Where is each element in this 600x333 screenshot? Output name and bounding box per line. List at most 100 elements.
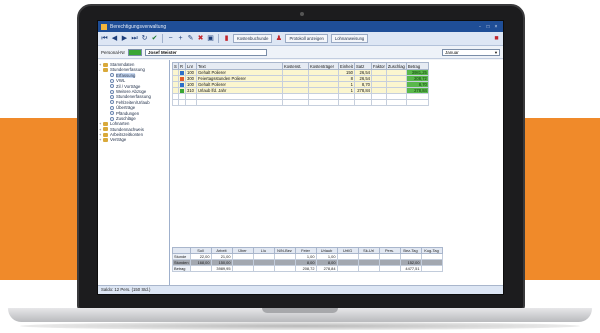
app-icon	[101, 23, 107, 30]
summary-cell	[420, 265, 443, 272]
node-icon	[110, 100, 114, 105]
book-icon: ▮	[224, 35, 229, 42]
main-panel: S R Lnr Text Kostenst. Kostenträger Einheit Sat…	[170, 60, 503, 286]
remove-icon[interactable]: −	[167, 35, 174, 42]
summary-cell: 278,84	[315, 265, 338, 272]
column-header[interactable]: Lnr	[185, 62, 197, 70]
folder-icon	[103, 138, 108, 143]
filter-bar: Personal-Nr Josef Meister Januar ▼	[98, 46, 503, 59]
summary-cell: 3989,95	[210, 265, 233, 272]
month-select[interactable]: Januar ▼	[442, 48, 500, 56]
summary-row: Betrag 3989,95 208,72 278,84 4477,51	[172, 265, 443, 272]
table-cell[interactable]	[282, 99, 309, 106]
summary-row-label: Stunden	[172, 259, 191, 266]
navigation-tree: + Stammdaten - Stundenerfassung Erfassung VWL…	[98, 60, 170, 286]
window-title: Berechtigungsverwaltung	[110, 23, 167, 30]
node-icon	[110, 95, 114, 100]
node-icon	[110, 105, 114, 110]
add-icon[interactable]: +	[177, 35, 184, 42]
summary-cell	[357, 265, 380, 272]
summary-cell	[273, 265, 296, 272]
wage-type-color-swatch	[180, 82, 184, 87]
summary-cell	[189, 265, 212, 272]
node-icon	[110, 73, 114, 78]
table-cell[interactable]	[354, 99, 372, 106]
folder-icon	[103, 68, 108, 73]
folder-icon	[103, 127, 108, 132]
summary-column-header: N/N-Bez	[273, 247, 296, 254]
checkmark-icon[interactable]: ✔	[151, 35, 158, 42]
wage-type-color-swatch	[180, 70, 184, 75]
minimize-button[interactable]: -	[476, 24, 484, 30]
summary-panel: Soll Arbeit Über L/u N/N-Bez Feier Urlaub Urt/G…	[172, 247, 443, 272]
column-header[interactable]: Zuschlag	[385, 62, 407, 70]
node-icon	[110, 78, 114, 83]
column-header[interactable]: R	[178, 62, 186, 70]
node-icon	[110, 116, 114, 121]
node-icon	[110, 84, 114, 89]
close-button[interactable]: ×	[492, 24, 500, 30]
table-cell[interactable]	[178, 99, 186, 106]
toolbar: ⏮ ◀ ▶ ⏭ ↻ ✔ − + ✎ ✖ ▣ ▮ Kostenbuchunde ♟…	[98, 32, 503, 46]
tree-item[interactable]: + Verträge	[99, 137, 168, 142]
node-icon	[110, 89, 114, 94]
toolbar-separator	[162, 34, 163, 43]
content-area: + Stammdaten - Stundenerfassung Erfassung VWL…	[98, 60, 503, 286]
exit-icon[interactable]: ■	[493, 35, 500, 42]
kostenbuchungen-button[interactable]: Kostenbuchunde	[233, 34, 273, 43]
column-header[interactable]: Text	[196, 62, 283, 70]
title-bar: Berechtigungsverwaltung - □ ×	[98, 21, 503, 32]
table-cell[interactable]: 278,84	[354, 87, 372, 94]
summary-table: Soll Arbeit Über L/u N/N-Bez Feier Urlaub Urt/G…	[172, 247, 443, 272]
folder-icon	[103, 121, 108, 126]
people-icon: ♟	[275, 35, 283, 42]
column-header[interactable]: Betrag	[405, 62, 429, 70]
table-cell[interactable]	[371, 99, 387, 106]
protokoll-button[interactable]: Protokoll anzeigen	[285, 34, 328, 43]
save-icon[interactable]: ▣	[207, 35, 214, 42]
laptop-shadow	[20, 322, 580, 330]
delete-icon[interactable]: ✖	[197, 35, 204, 42]
refresh-icon[interactable]: ↻	[141, 35, 148, 42]
wage-type-color-swatch	[180, 76, 184, 81]
column-header[interactable]: Kostenst.	[282, 62, 309, 70]
folder-icon	[103, 132, 108, 137]
summary-cell	[252, 265, 275, 272]
summary-cell	[336, 265, 359, 272]
column-header[interactable]: Kostenträger	[308, 62, 339, 70]
summary-cell	[231, 265, 254, 272]
node-icon	[110, 111, 114, 116]
previous-record-icon[interactable]: ◀	[111, 35, 118, 42]
column-header[interactable]: Satz	[354, 62, 372, 70]
personal-label: Personal-Nr	[101, 49, 126, 55]
summary-cell: 4477,51	[399, 265, 422, 272]
edit-icon[interactable]: ✎	[187, 35, 194, 42]
table-cell[interactable]	[185, 99, 197, 106]
status-bar: Saldo: 12 Pers. (150 Std.)	[98, 285, 503, 294]
next-record-icon[interactable]: ▶	[121, 35, 128, 42]
table-cell[interactable]	[196, 99, 283, 106]
app-window: Berechtigungsverwaltung - □ × ⏮ ◀ ▶ ⏭ ↻ …	[97, 20, 504, 295]
table-cell[interactable]	[385, 99, 407, 106]
chevron-down-icon: ▼	[494, 49, 498, 55]
month-value: Januar	[445, 49, 459, 55]
tree-item-label: Verträge	[110, 137, 127, 143]
column-header[interactable]: Faktor	[371, 62, 387, 70]
column-header[interactable]: Einheit	[338, 62, 355, 70]
summary-cell: 208,72	[294, 265, 317, 272]
wage-type-color-swatch	[180, 88, 184, 93]
empty-table-row[interactable]	[172, 99, 429, 106]
table-cell[interactable]	[308, 99, 339, 106]
table-cell[interactable]	[405, 99, 429, 106]
toolbar-separator	[218, 34, 219, 43]
folder-icon	[103, 62, 108, 67]
last-record-icon[interactable]: ⏭	[131, 35, 138, 42]
webcam	[300, 12, 304, 16]
first-record-icon[interactable]: ⏮	[101, 35, 108, 42]
table-cell[interactable]	[338, 99, 355, 106]
summary-cell	[378, 265, 401, 272]
lohnanweisung-button[interactable]: Lohnanweisung	[330, 34, 369, 43]
personal-number-field[interactable]	[128, 48, 143, 56]
employee-name-field[interactable]: Josef Meister	[145, 48, 268, 56]
maximize-button[interactable]: □	[484, 24, 492, 30]
